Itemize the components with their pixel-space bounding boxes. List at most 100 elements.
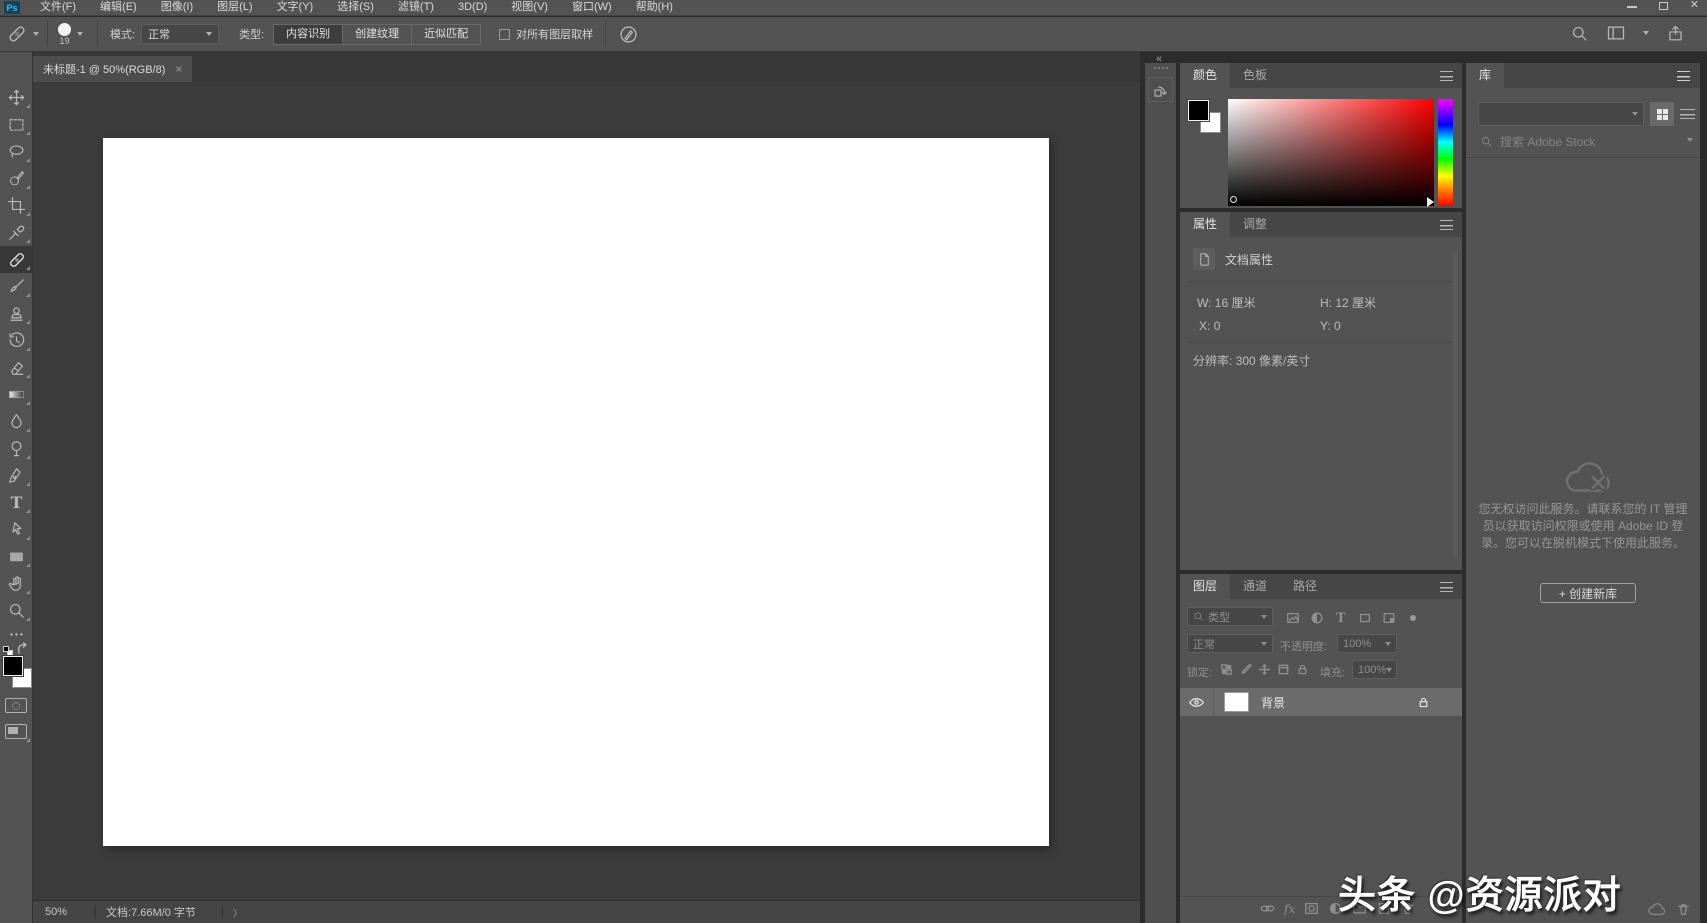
menu-select[interactable]: 选择(S): [325, 0, 386, 15]
tab-layers[interactable]: 图层: [1180, 574, 1231, 599]
eyedropper-tool[interactable]: [0, 219, 33, 246]
brush-tool[interactable]: [0, 273, 33, 300]
rectangle-tool[interactable]: [0, 543, 33, 570]
mode-dropdown[interactable]: 正常: [141, 24, 220, 44]
document-canvas[interactable]: [103, 138, 1049, 846]
filter-shape-layers-icon[interactable]: [1358, 611, 1372, 625]
layer-effects-icon[interactable]: fx: [1284, 902, 1295, 916]
proximity-match-button[interactable]: 近似匹配: [411, 23, 482, 45]
lock-artboard-icon[interactable]: [1277, 663, 1290, 676]
zoom-level-field[interactable]: 50%: [45, 906, 67, 918]
lock-image-pixels-icon[interactable]: [1239, 663, 1252, 676]
rectangular-marquee-tool[interactable]: [0, 111, 33, 138]
library-sync-icon[interactable]: [1648, 903, 1666, 918]
document-tab[interactable]: 未标题-1 @ 50%(RGB/8) ×: [33, 56, 193, 82]
canvas-area[interactable]: [33, 82, 1140, 900]
pen-tool[interactable]: [0, 462, 33, 489]
minimize-button[interactable]: [1626, 6, 1637, 8]
layer-visibility-eye-icon[interactable]: [1188, 696, 1205, 709]
panel-menu-icon[interactable]: [1440, 582, 1453, 592]
quick-mask-button[interactable]: [5, 698, 27, 713]
layer-filter-dropdown[interactable]: 类型: [1187, 607, 1273, 626]
menu-image[interactable]: 图像(I): [149, 0, 205, 15]
add-layer-mask-icon[interactable]: [1304, 901, 1319, 916]
link-layers-icon[interactable]: [1260, 901, 1275, 916]
filter-pixel-layers-icon[interactable]: [1286, 611, 1300, 625]
content-aware-button[interactable]: 内容识别: [273, 23, 344, 45]
tab-properties[interactable]: 属性: [1180, 212, 1231, 237]
quick-selection-tool[interactable]: [0, 165, 33, 192]
foreground-color-proxy[interactable]: [1187, 99, 1210, 122]
tool-preset-picker[interactable]: [6, 23, 39, 45]
list-view-button[interactable]: [1680, 109, 1695, 119]
maximize-button[interactable]: [1658, 2, 1668, 10]
hue-slider-marker[interactable]: [1427, 197, 1434, 207]
chevron-down-icon[interactable]: [1643, 31, 1649, 35]
brush-size-picker[interactable]: 19: [58, 22, 71, 46]
library-select-dropdown[interactable]: [1478, 102, 1644, 126]
gradient-tool[interactable]: [0, 381, 33, 408]
filter-toggle-icon[interactable]: [1410, 615, 1416, 621]
grid-view-button[interactable]: [1650, 102, 1674, 126]
menu-type[interactable]: 文字(Y): [265, 0, 326, 15]
lock-position-icon[interactable]: [1258, 663, 1271, 676]
horizontal-type-tool[interactable]: T: [0, 489, 33, 516]
default-colors-icon[interactable]: [3, 646, 13, 656]
eraser-tool[interactable]: [0, 354, 33, 381]
swap-colors-icon[interactable]: [17, 642, 30, 655]
menu-3d[interactable]: 3D(D): [446, 0, 499, 15]
menu-edit[interactable]: 编辑(E): [88, 0, 149, 15]
layer-thumbnail[interactable]: [1224, 692, 1249, 712]
color-field[interactable]: [1228, 99, 1434, 206]
filter-type-layers-icon[interactable]: T: [1336, 611, 1346, 626]
menu-view[interactable]: 视图(V): [499, 0, 560, 15]
opacity-field[interactable]: 100%: [1337, 634, 1397, 653]
sample-all-layers-toggle[interactable]: 对所有图层取样: [499, 26, 593, 42]
crop-tool[interactable]: [0, 192, 33, 219]
lock-all-icon[interactable]: [1296, 663, 1309, 676]
chevron-down-icon[interactable]: [77, 32, 83, 36]
tab-channels[interactable]: 通道: [1230, 574, 1280, 599]
close-button[interactable]: ✕: [1690, 0, 1699, 10]
panel-menu-icon[interactable]: [1440, 71, 1453, 81]
filter-smart-objects-icon[interactable]: [1382, 611, 1396, 625]
panel-menu-icon[interactable]: [1440, 220, 1453, 230]
filter-adjustment-layers-icon[interactable]: [1310, 611, 1324, 625]
clone-stamp-tool[interactable]: [0, 300, 33, 327]
menu-help[interactable]: 帮助(H): [624, 0, 685, 15]
search-icon[interactable]: [1570, 24, 1589, 43]
menu-layer[interactable]: 图层(L): [205, 0, 264, 15]
tab-color[interactable]: 颜色: [1180, 63, 1231, 88]
blur-tool[interactable]: [0, 408, 33, 435]
create-texture-button[interactable]: 创建纹理: [342, 23, 413, 45]
lock-transparent-pixels-icon[interactable]: [1220, 663, 1233, 676]
history-panel-icon[interactable]: [1148, 77, 1173, 102]
foreground-color-swatch[interactable]: [2, 655, 24, 677]
pen-pressure-icon[interactable]: [618, 24, 639, 45]
zoom-tool[interactable]: [0, 597, 33, 624]
create-new-library-button[interactable]: + 创建新库: [1540, 583, 1636, 603]
share-icon[interactable]: [1666, 24, 1685, 43]
tab-libraries[interactable]: 库: [1466, 63, 1505, 88]
screen-mode-button[interactable]: [5, 724, 30, 742]
spot-healing-brush-tool[interactable]: [0, 246, 33, 273]
path-selection-tool[interactable]: [0, 516, 33, 543]
menu-window[interactable]: 窗口(W): [560, 0, 624, 15]
tab-paths[interactable]: 路径: [1280, 574, 1330, 599]
layer-row-background[interactable]: 背景: [1180, 688, 1462, 716]
blend-mode-dropdown[interactable]: 正常: [1187, 634, 1273, 653]
chevron-down-icon[interactable]: [1687, 138, 1693, 142]
hue-spectrum-slider[interactable]: [1438, 99, 1453, 206]
close-tab-icon[interactable]: ×: [175, 62, 182, 76]
lasso-tool[interactable]: [0, 138, 33, 165]
layer-name[interactable]: 背景: [1261, 694, 1285, 711]
tab-adjustments[interactable]: 调整: [1230, 212, 1280, 237]
move-tool[interactable]: [0, 84, 33, 111]
library-search-input[interactable]: 搜索 Adobe Stock: [1500, 133, 1595, 150]
library-delete-icon[interactable]: [1676, 902, 1691, 917]
scrollbar[interactable]: [1453, 252, 1457, 557]
history-brush-tool[interactable]: [0, 327, 33, 354]
fill-field[interactable]: 100%: [1352, 660, 1397, 679]
sample-all-layers-checkbox[interactable]: [499, 28, 511, 40]
hand-tool[interactable]: [0, 570, 33, 597]
